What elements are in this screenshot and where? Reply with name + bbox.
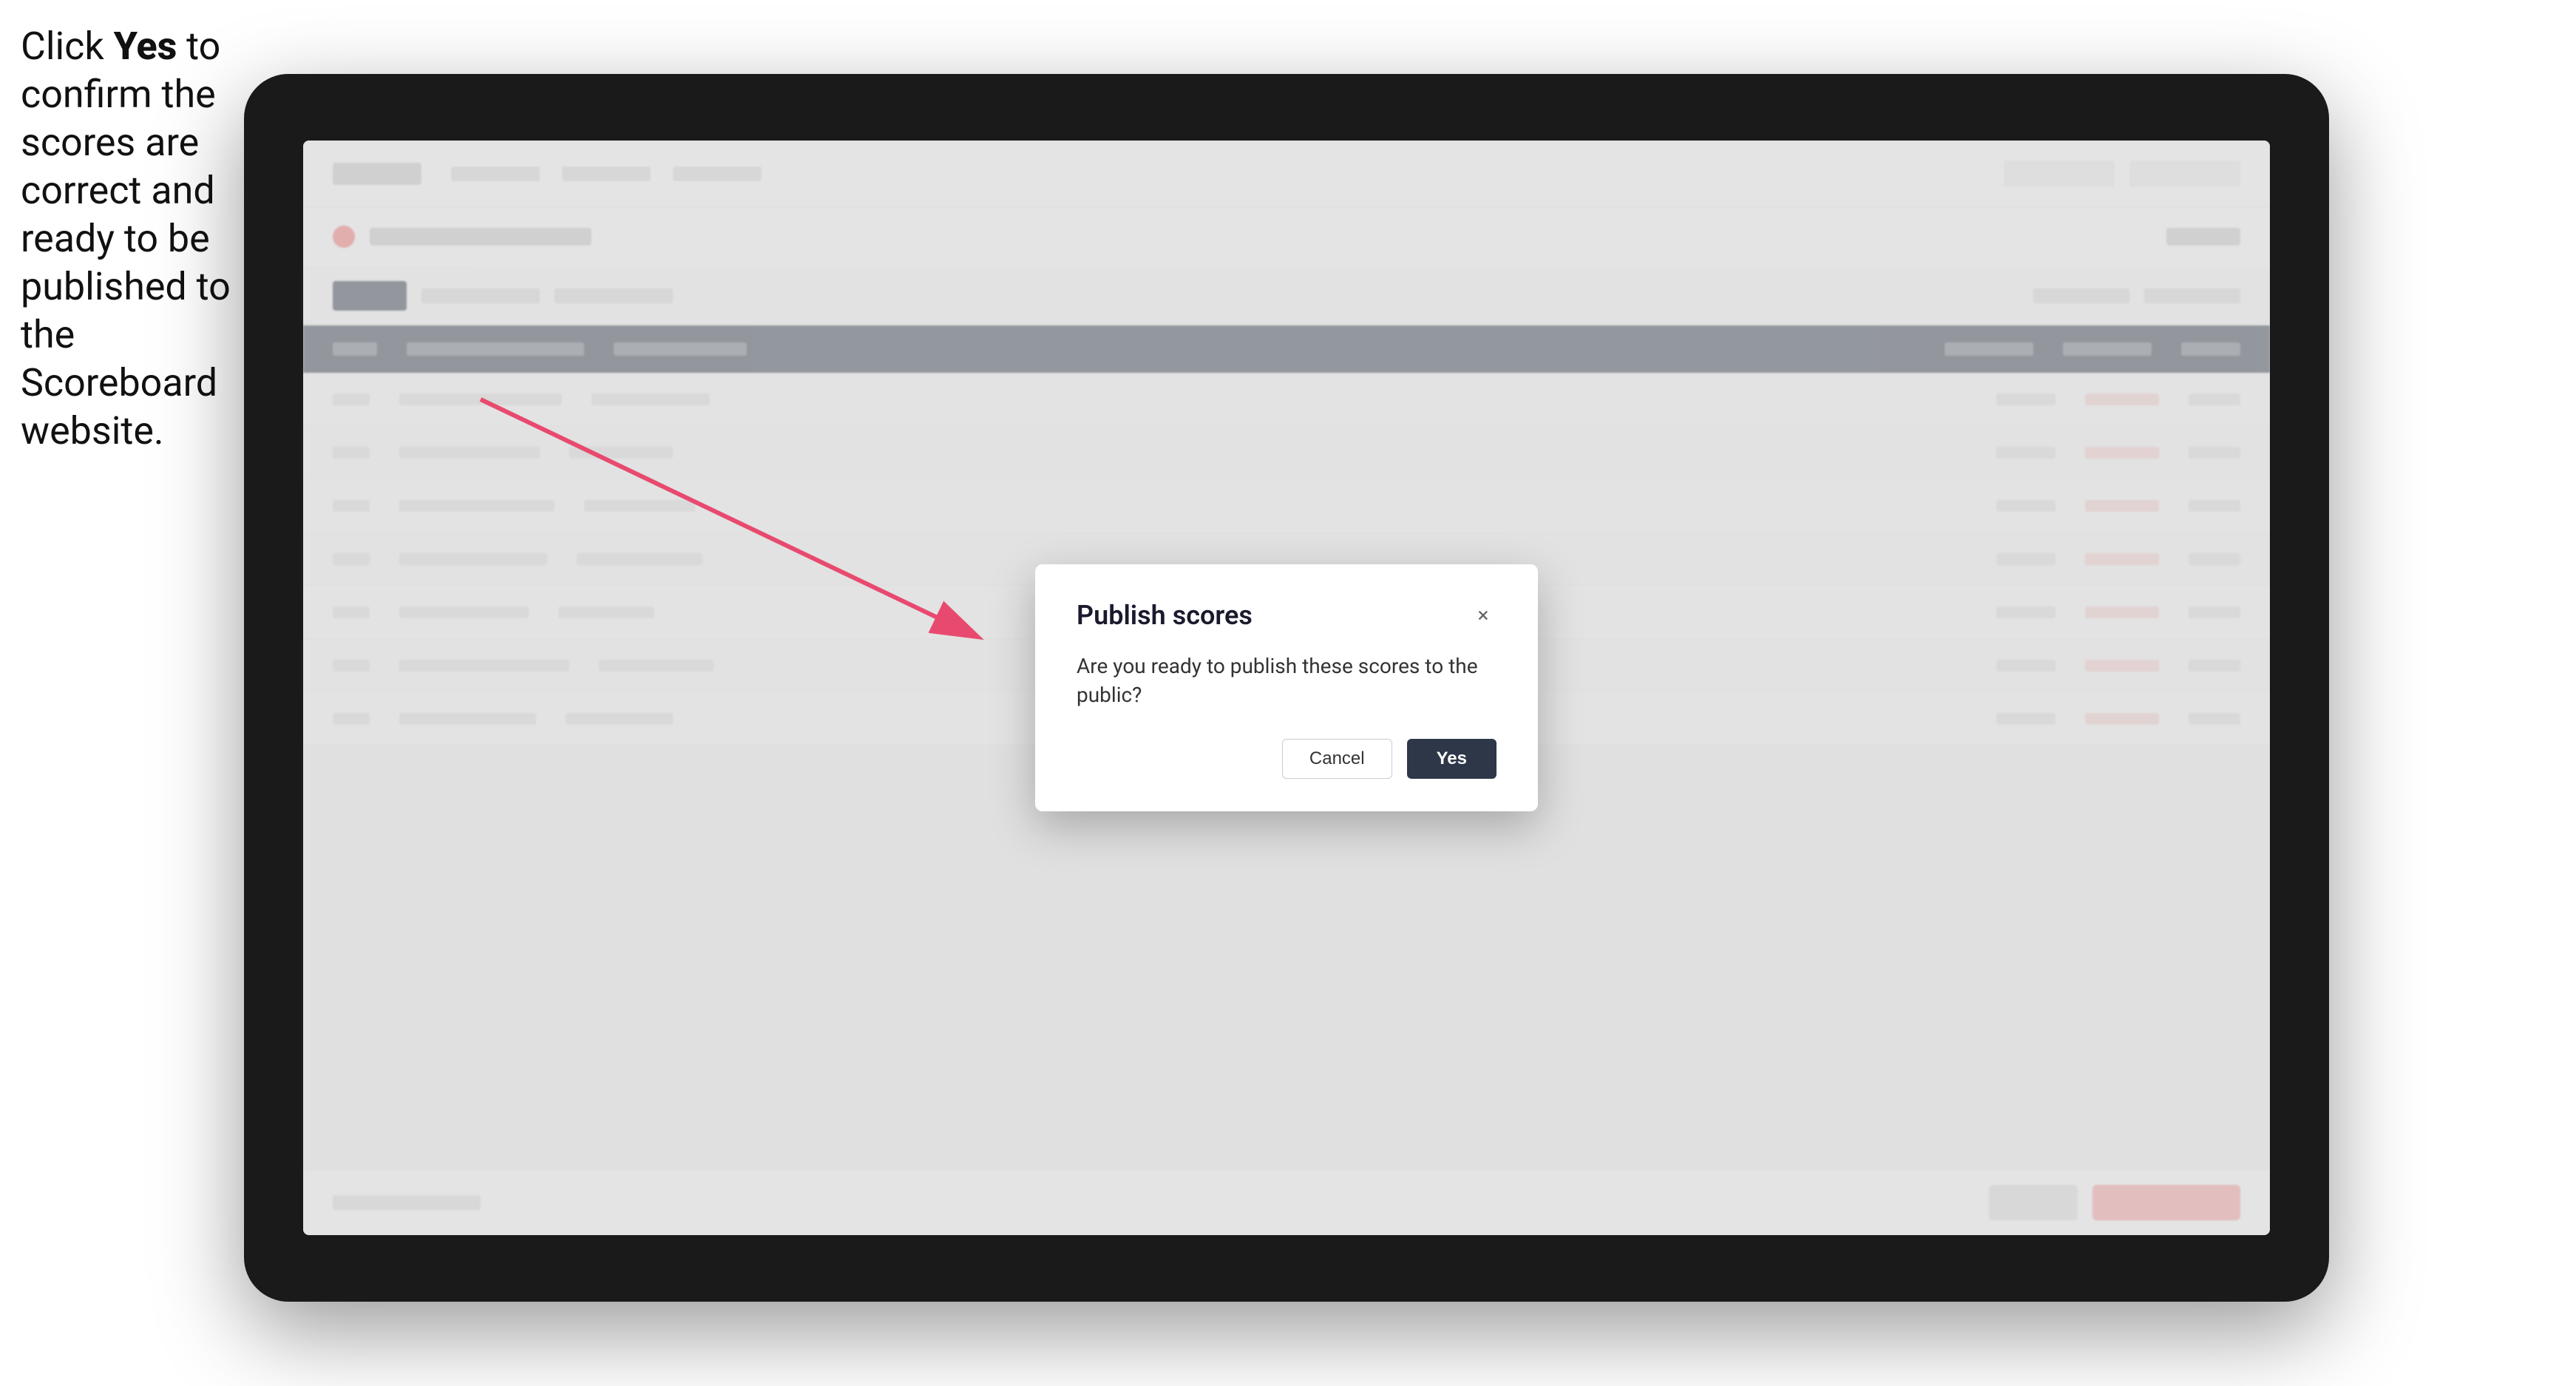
modal-header: Publish scores × [1077, 600, 1497, 631]
modal-close-button[interactable]: × [1470, 602, 1497, 629]
cancel-button[interactable]: Cancel [1282, 739, 1392, 779]
yes-button[interactable]: Yes [1407, 739, 1497, 779]
modal-body-text: Are you ready to publish these scores to… [1077, 652, 1497, 709]
modal-footer: Cancel Yes [1077, 739, 1497, 779]
modal-title: Publish scores [1077, 600, 1253, 631]
tablet-device: Publish scores × Are you ready to publis… [244, 74, 2329, 1302]
tablet-screen: Publish scores × Are you ready to publis… [303, 141, 2270, 1235]
instruction-text: Click Yes to confirm the scores are corr… [21, 22, 239, 455]
modal-backdrop: Publish scores × Are you ready to publis… [303, 141, 2270, 1235]
publish-scores-modal: Publish scores × Are you ready to publis… [1035, 564, 1538, 811]
